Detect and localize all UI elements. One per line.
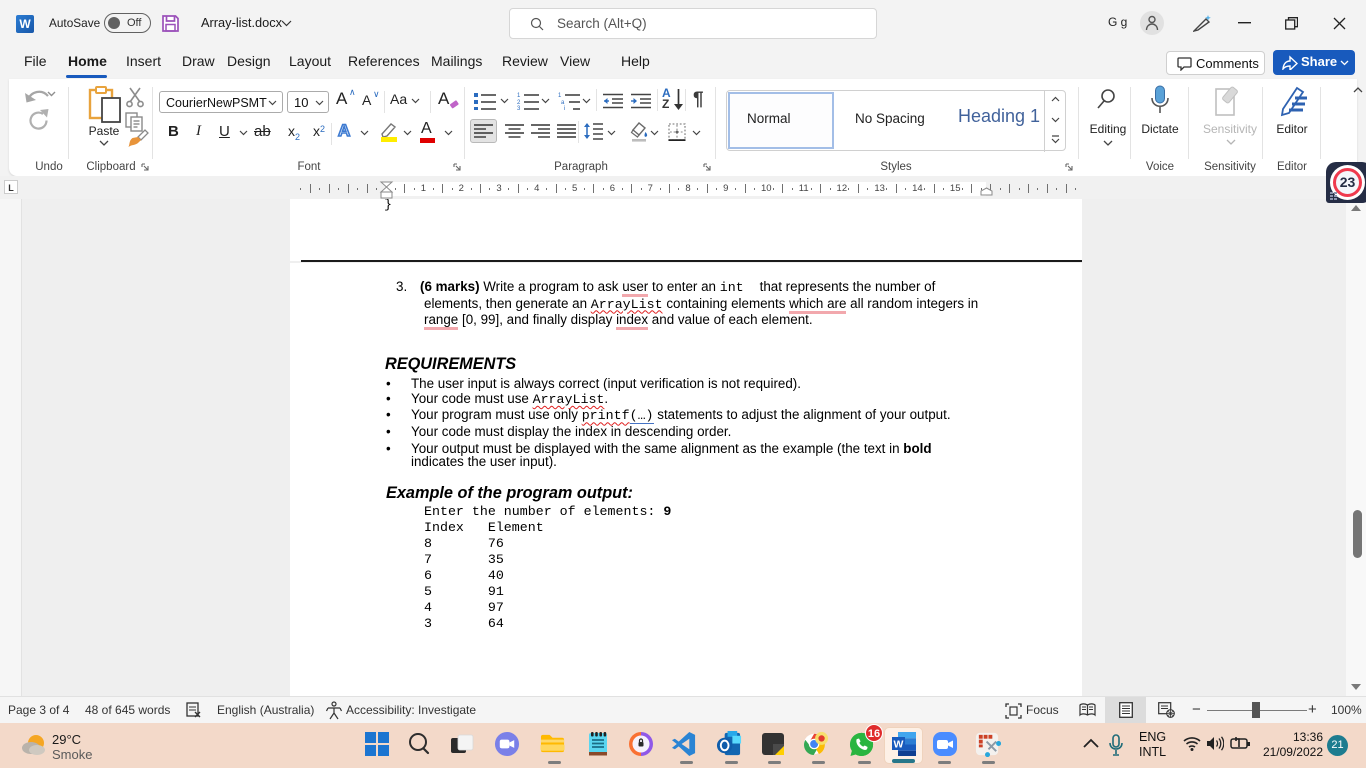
svg-text:i: i [564,106,565,110]
svg-text:1: 1 [517,93,521,99]
svg-text:1: 1 [558,93,562,99]
svg-text:3: 3 [517,106,521,110]
svg-text:W: W [894,739,904,751]
